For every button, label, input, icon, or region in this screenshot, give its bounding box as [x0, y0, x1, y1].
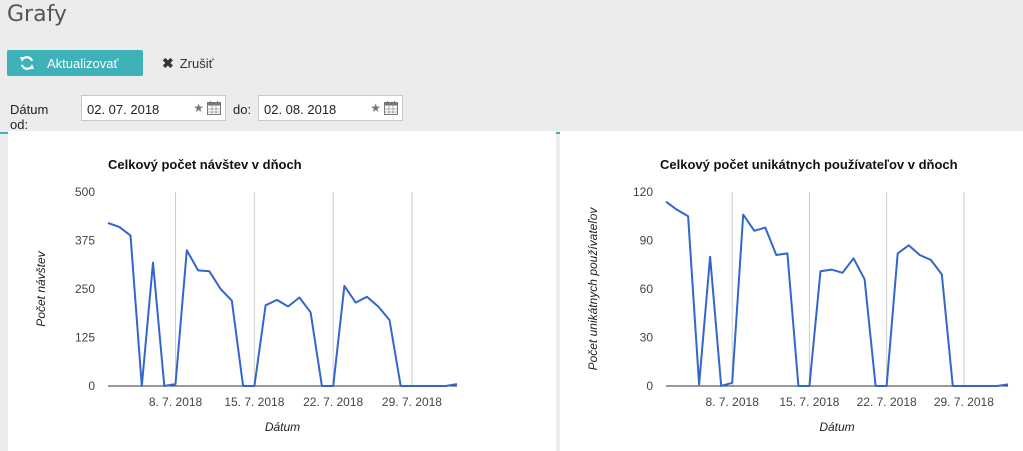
- y-tick-label: 0: [88, 379, 95, 393]
- x-tick-label: 15. 7. 2018: [224, 395, 284, 409]
- x-tick-label: 29. 7. 2018: [382, 395, 442, 409]
- y-tick-label: 30: [640, 331, 654, 345]
- date-from-label: Dátum od:: [10, 102, 49, 132]
- date-from-field[interactable]: 02. 07. 2018 ★: [81, 95, 226, 121]
- chart-panel-users: Celkový počet unikátnych používateľov v …: [560, 131, 1023, 451]
- x-tick-label: 8. 7. 2018: [149, 395, 203, 409]
- star-icon[interactable]: ★: [193, 101, 204, 115]
- users-chart: Celkový počet unikátnych používateľov v …: [586, 157, 1009, 434]
- y-tick-label: 500: [75, 185, 95, 199]
- y-axis-title: Počet unikátnych používateľov: [586, 207, 600, 371]
- toolbar: Aktualizovať ✖ Zrušiť: [0, 50, 1023, 134]
- star-icon[interactable]: ★: [370, 101, 381, 115]
- date-from-value: 02. 07. 2018: [87, 102, 160, 117]
- x-tick-label: 22. 7. 2018: [857, 395, 917, 409]
- chart-title: Celkový počet návštev v dňoch: [108, 157, 302, 172]
- y-tick-label: 375: [75, 234, 95, 248]
- y-axis-title: Počet návštev: [34, 250, 48, 326]
- calendar-icon[interactable]: [207, 101, 221, 115]
- cancel-button[interactable]: ✖ Zrušiť: [162, 50, 214, 76]
- calendar-icon[interactable]: [384, 101, 398, 115]
- page-title: Grafy: [7, 2, 67, 27]
- x-tick-label: 8. 7. 2018: [705, 395, 759, 409]
- x-axis-title: Dátum: [265, 420, 300, 434]
- visits-chart: Celkový počet návštev v dňoch 0 125 250 375 5…: [34, 157, 458, 434]
- x-tick-label: 22. 7. 2018: [303, 395, 363, 409]
- refresh-icon: [20, 56, 34, 70]
- refresh-button[interactable]: Aktualizovať: [7, 50, 143, 76]
- x-tick-label: 29. 7. 2018: [934, 395, 994, 409]
- date-to-value: 02. 08. 2018: [264, 102, 337, 117]
- chart-panel-visits: Celkový počet návštev v dňoch 0 125 250 375 5…: [8, 131, 556, 451]
- y-tick-label: 90: [640, 234, 654, 248]
- x-axis-title: Dátum: [819, 420, 854, 434]
- date-to-label: do:: [233, 102, 252, 117]
- series-line: [665, 200, 1009, 387]
- y-tick-label: 60: [640, 282, 654, 296]
- chart-title: Celkový počet unikátnych používateľov v …: [660, 157, 958, 172]
- cancel-button-label: Zrušiť: [179, 55, 214, 71]
- date-to-field[interactable]: 02. 08. 2018 ★: [258, 95, 403, 121]
- x-tick-label: 15. 7. 2018: [779, 395, 839, 409]
- y-tick-label: 0: [646, 379, 653, 393]
- y-tick-label: 125: [75, 331, 95, 345]
- series-line: [107, 222, 458, 387]
- refresh-button-label: Aktualizovať: [47, 55, 119, 71]
- close-icon: ✖: [162, 54, 174, 71]
- y-tick-label: 120: [633, 185, 653, 199]
- y-tick-label: 250: [75, 282, 95, 296]
